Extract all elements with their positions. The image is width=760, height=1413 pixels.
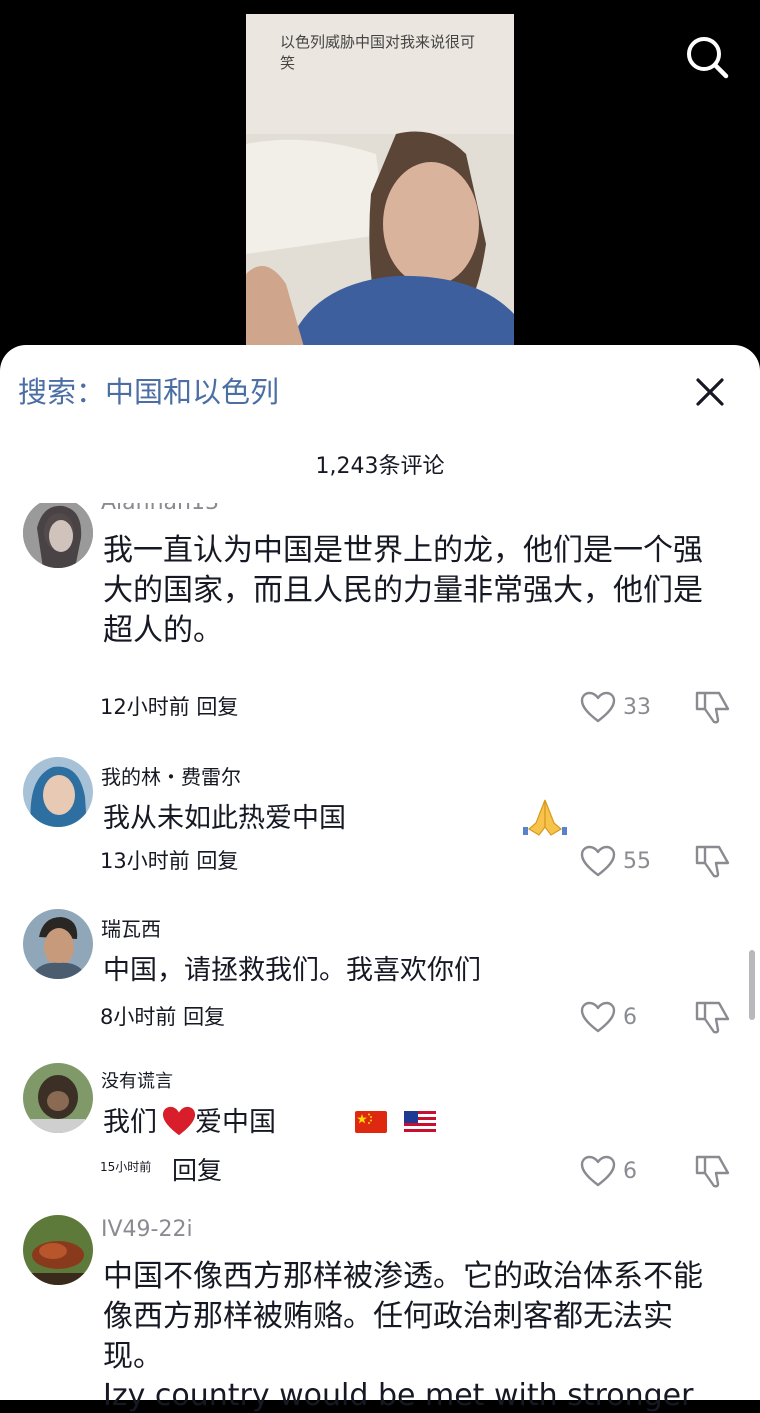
comment-time: 15小时前 bbox=[100, 1160, 152, 1174]
comment-list: Alannan13 我一直认为中国是世界上的龙，他们是一个强大的国家，而且人民的… bbox=[0, 503, 760, 1400]
dislike-icon[interactable] bbox=[694, 1153, 732, 1189]
comment-meta: 12小时前 回复 bbox=[100, 691, 238, 721]
avatar[interactable] bbox=[23, 1215, 93, 1285]
comment-time: 12小时前 bbox=[100, 695, 190, 719]
comments-sheet: 搜索：中国和以色列 1,243条评论 Alannan13 我一直认为中国是世界上… bbox=[0, 345, 760, 1400]
avatar[interactable] bbox=[23, 1063, 93, 1133]
close-icon[interactable] bbox=[693, 375, 727, 409]
avatar[interactable] bbox=[23, 909, 93, 979]
red-heart-emoji bbox=[162, 1105, 196, 1141]
usa-flag-emoji bbox=[404, 1111, 436, 1137]
comment-username[interactable]: Alannan13 bbox=[101, 503, 219, 515]
comment-text: 我从未如此热爱中国 bbox=[103, 803, 346, 834]
reply-button[interactable]: 回复 bbox=[172, 1156, 222, 1185]
comment-meta: 13小时前 回复 bbox=[100, 845, 238, 875]
heart-icon[interactable] bbox=[580, 1001, 616, 1033]
heart-icon[interactable] bbox=[580, 1155, 616, 1187]
comment-username[interactable]: 没有谎言 bbox=[101, 1067, 173, 1093]
video-player[interactable]: 以色列威胁中国对我来说很可笑 bbox=[0, 0, 760, 360]
reply-button[interactable]: 回复 bbox=[196, 695, 238, 719]
comment-time: 13小时前 bbox=[100, 849, 190, 873]
folded-hands-emoji bbox=[523, 797, 567, 841]
comment-text: 中国，请拯救我们。我喜欢你们 bbox=[103, 955, 481, 986]
heart-icon[interactable] bbox=[580, 845, 616, 877]
comment-time: 8小时前 bbox=[100, 1005, 177, 1029]
reply-button[interactable]: 回复 bbox=[196, 849, 238, 873]
dislike-icon[interactable] bbox=[694, 999, 732, 1035]
comment-text: 中国不像西方那样被渗透。它的政治体系不能像西方那样被贿赂。任何政治刺客都无法实现… bbox=[103, 1259, 703, 1374]
comment-meta: 8小时前 回复 bbox=[100, 1001, 225, 1031]
dislike-icon[interactable] bbox=[694, 689, 732, 725]
reply-button[interactable]: 回复 bbox=[183, 1005, 225, 1029]
search-suggestion-link[interactable]: 搜索：中国和以色列 bbox=[18, 369, 279, 411]
video-caption: 以色列威胁中国对我来说很可笑 bbox=[280, 33, 476, 72]
avatar[interactable] bbox=[23, 503, 93, 568]
like-count: 55 bbox=[623, 849, 651, 874]
like-count: 6 bbox=[623, 1159, 637, 1184]
china-flag-emoji bbox=[355, 1111, 387, 1137]
comment-username[interactable]: 我的林・费雷尔 bbox=[101, 761, 241, 790]
avatar[interactable] bbox=[23, 757, 93, 827]
comment-count: 1,243条评论 bbox=[315, 454, 445, 479]
comment-meta: 15小时前 回复 bbox=[100, 1151, 222, 1187]
dislike-icon[interactable] bbox=[694, 843, 732, 879]
like-count: 33 bbox=[623, 695, 651, 720]
scrollbar[interactable] bbox=[749, 950, 755, 1020]
heart-icon[interactable] bbox=[580, 691, 616, 723]
comment-username[interactable]: IV49-22i bbox=[101, 1217, 193, 1242]
comment-username[interactable]: 瑞瓦西 bbox=[101, 913, 161, 942]
comment-text-cutoff: Izy country would be met with stronger bbox=[103, 1378, 694, 1413]
comment-text: 我一直认为中国是世界上的龙，他们是一个强大的国家，而且人民的力量非常强大，他们是… bbox=[103, 533, 703, 648]
like-count: 6 bbox=[623, 1005, 637, 1030]
search-icon[interactable] bbox=[684, 34, 730, 80]
